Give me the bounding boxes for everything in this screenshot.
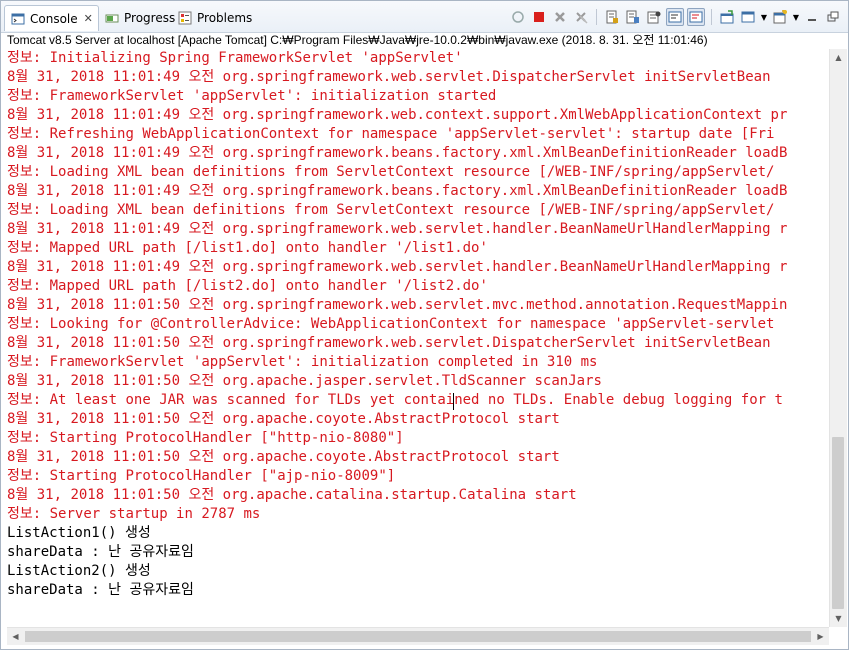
vertical-scrollbar[interactable]: ▲ ▼ [829,49,847,627]
console-view: Console ✕ Progress Problems ▼ ▼ Tomcat v… [0,0,849,650]
scroll-left-arrow-icon[interactable]: ◀ [7,628,24,645]
console-line: 정보: Mapped URL path [/list1.do] onto han… [7,240,488,256]
problems-icon [178,11,192,25]
console-output[interactable]: 정보: Initializing Spring FrameworkServlet… [7,49,827,627]
show-on-stdout-icon[interactable] [666,8,684,26]
console-line: 8월 31, 2018 11:01:50 오전 org.springframew… [7,335,771,351]
console-line: 정보: Initializing Spring FrameworkServlet… [7,50,463,66]
toolbar-separator [596,9,597,25]
console-line: 8월 31, 2018 11:01:49 오전 org.springframew… [7,107,788,123]
tab-problems[interactable]: Problems [174,5,252,30]
console-line: 8월 31, 2018 11:01:50 오전 org.apache.coyot… [7,411,560,427]
vertical-scroll-thumb[interactable] [832,437,844,609]
console-line: 8월 31, 2018 11:01:49 오전 org.springframew… [7,69,771,85]
console-toolbar: ▼ ▼ [509,7,842,27]
horizontal-scroll-thumb[interactable] [25,631,811,642]
console-line: 정보: FrameworkServlet 'appServlet': initi… [7,354,598,370]
tab-problems-label: Problems [197,10,253,25]
console-line: 8월 31, 2018 11:01:50 오전 org.apache.coyot… [7,449,560,465]
console-line: 정보: Mapped URL path [/list2.do] onto han… [7,278,488,294]
maximize-icon[interactable] [824,8,842,26]
console-line: shareData : 난 공유자료임 [7,582,194,598]
scroll-up-arrow-icon[interactable]: ▲ [830,49,847,66]
chevron-down-icon[interactable]: ▼ [792,8,800,26]
console-line: 8월 31, 2018 11:01:49 오전 org.springframew… [7,145,788,161]
console-line: ListAction1() 생성 [7,525,151,541]
remove-launch-icon[interactable] [551,8,569,26]
console-line: 정보: Starting ProtocolHandler ["ajp-nio-8… [7,468,396,484]
word-wrap-icon[interactable] [624,8,642,26]
console-line: 정보: Loading XML bean definitions from Se… [7,202,775,218]
console-line: shareData : 난 공유자료임 [7,544,194,560]
display-selected-console-icon[interactable] [739,8,757,26]
view-tab-bar: Console ✕ Progress Problems ▼ ▼ [1,1,848,33]
text-caret [453,393,454,410]
terminate-icon[interactable] [530,8,548,26]
console-line: 정보: Server startup in 2787 ms [7,506,261,522]
pin-icon[interactable] [645,8,663,26]
console-line: 정보: At least one JAR was scanned for TLD… [7,392,783,408]
tab-console[interactable]: Console ✕ [4,5,99,31]
console-line: 8월 31, 2018 11:01:50 오전 org.apache.jaspe… [7,373,602,389]
process-description: Tomcat v8.5 Server at localhost [Apache … [7,33,708,47]
close-icon[interactable]: ✕ [84,12,93,25]
console-line: 8월 31, 2018 11:01:49 오전 org.springframew… [7,183,788,199]
tab-progress-label: Progress [124,10,176,25]
pin-console-icon[interactable] [718,8,736,26]
tab-progress[interactable]: Progress [103,5,175,30]
console-line: 정보: Looking for @ControllerAdvice: WebAp… [7,316,775,332]
console-line: 정보: FrameworkServlet 'appServlet': initi… [7,88,497,104]
remove-all-terminated-icon[interactable] [572,8,590,26]
console-line: ListAction2() 생성 [7,563,151,579]
toolbar-separator [711,9,712,25]
scroll-right-arrow-icon[interactable]: ▶ [812,628,829,645]
horizontal-scrollbar[interactable]: ◀ ▶ [7,627,829,645]
console-line: 정보: Loading XML bean definitions from Se… [7,164,775,180]
console-line: 8월 31, 2018 11:01:49 오전 org.springframew… [7,221,788,237]
chevron-down-icon[interactable]: ▼ [760,8,768,26]
scroll-down-arrow-icon[interactable]: ▼ [830,610,847,627]
open-console-icon[interactable] [771,8,789,26]
console-icon [11,12,25,26]
minimize-icon[interactable] [803,8,821,26]
scroll-lock-icon[interactable] [603,8,621,26]
console-line: 8월 31, 2018 11:01:50 오전 org.apache.catal… [7,487,577,503]
clear-console-icon[interactable] [509,8,527,26]
show-on-stderr-icon[interactable] [687,8,705,26]
console-line: 정보: Starting ProtocolHandler ["http-nio-… [7,430,404,446]
console-line: 정보: Refreshing WebApplicationContext for… [7,126,775,142]
console-line: 8월 31, 2018 11:01:50 오전 org.springframew… [7,297,788,313]
tab-console-label: Console [30,11,78,26]
progress-icon [105,11,119,25]
console-line: 8월 31, 2018 11:01:49 오전 org.springframew… [7,259,788,275]
